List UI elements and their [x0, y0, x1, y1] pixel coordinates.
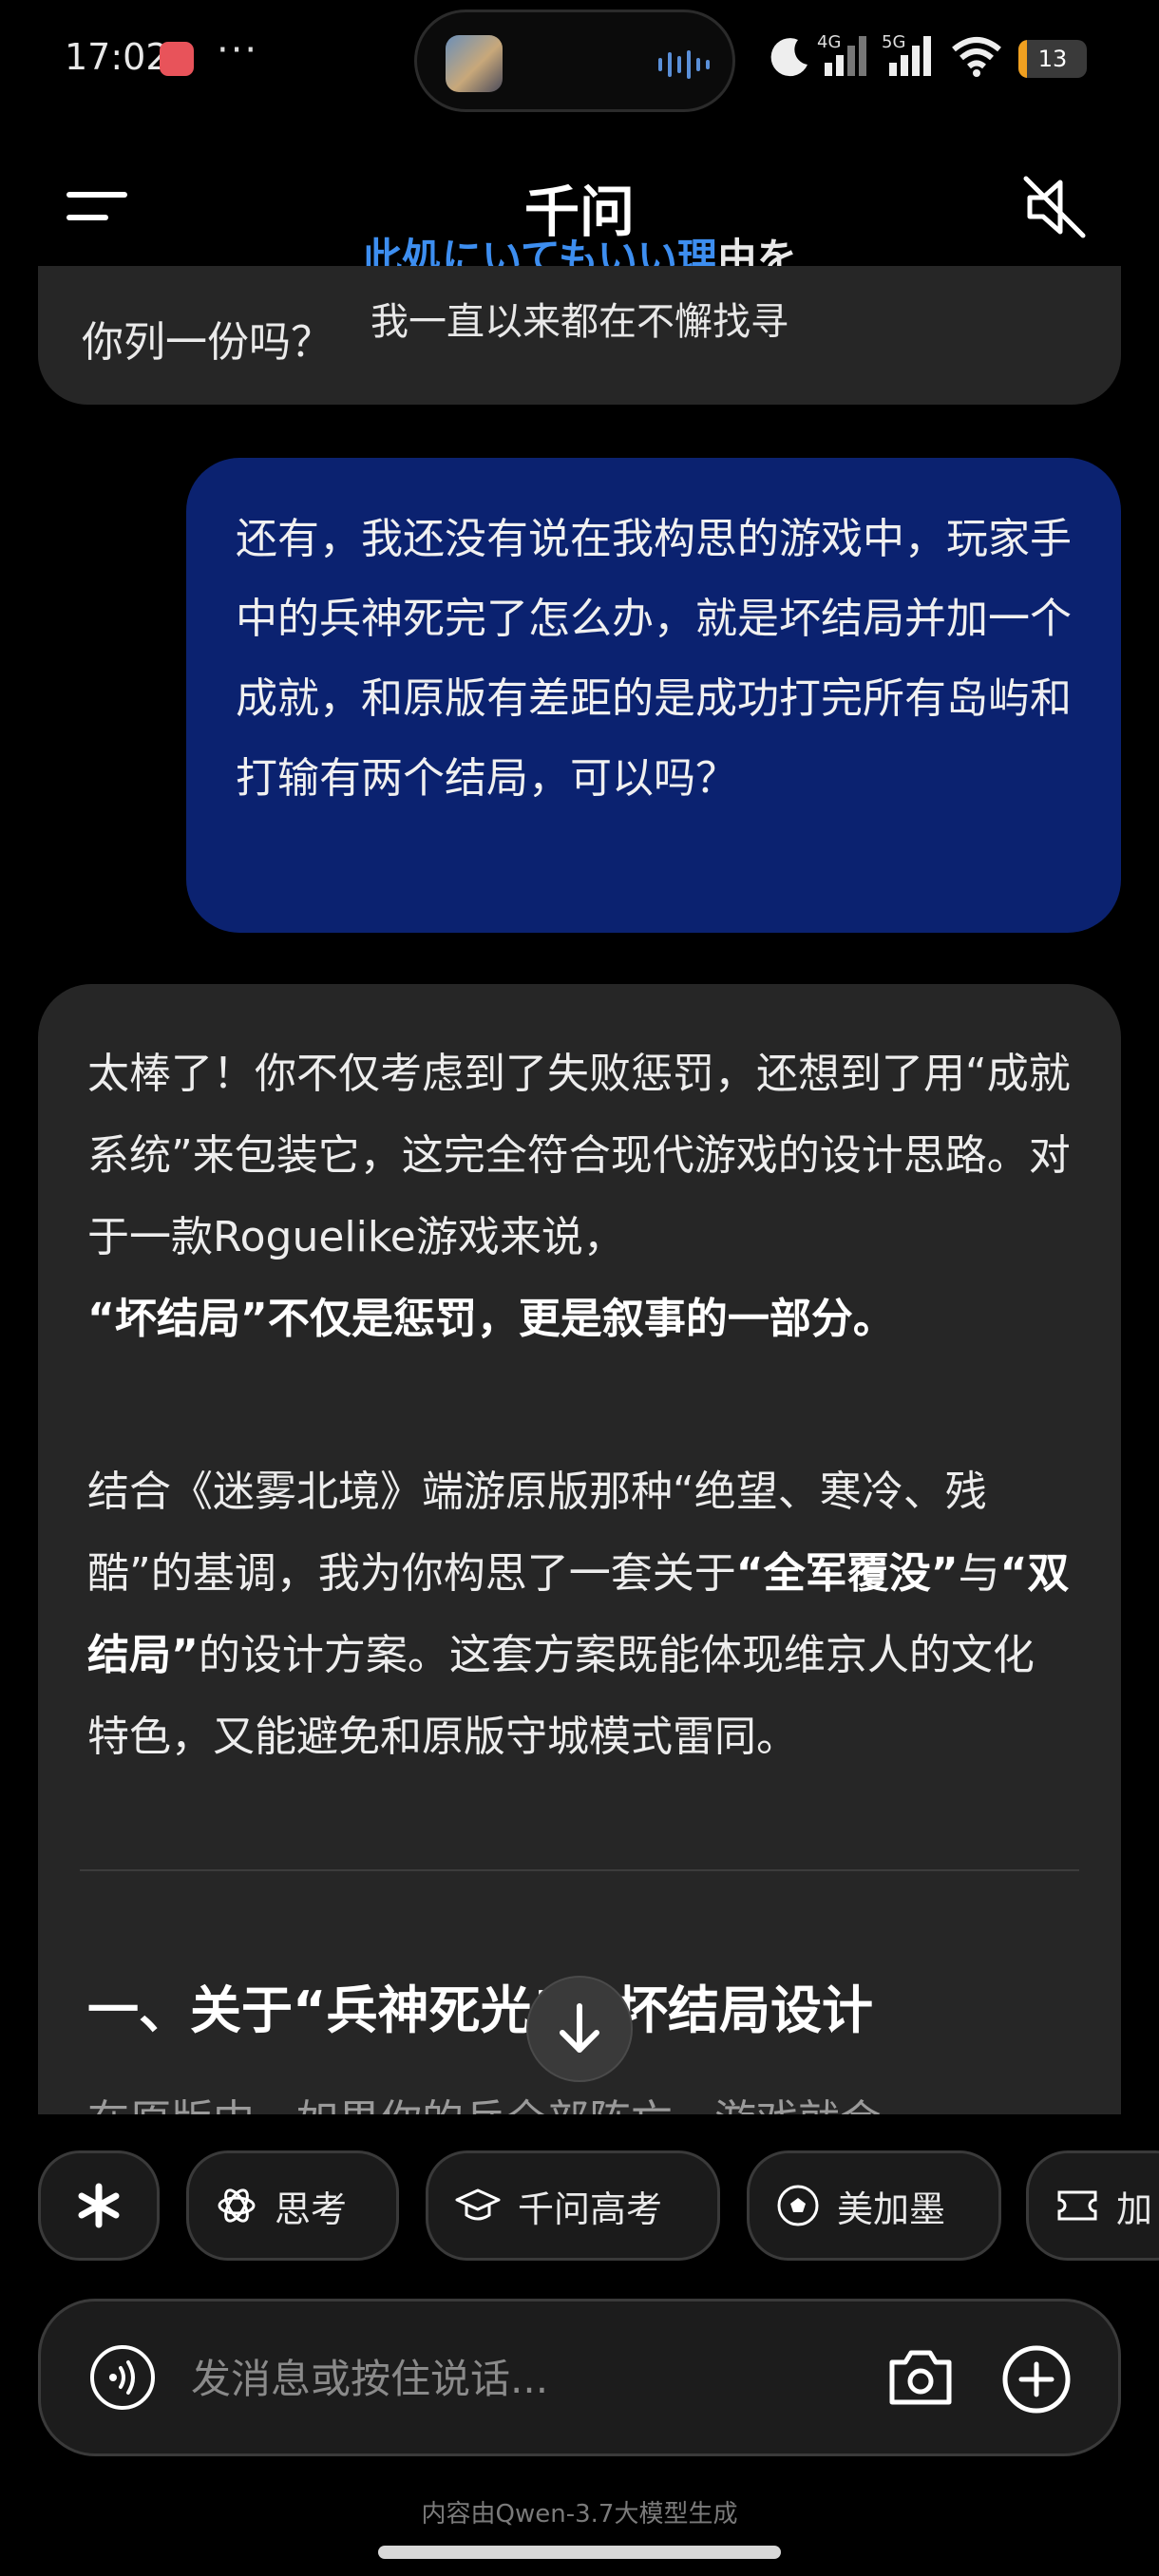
assistant-paragraph-1: 太棒了！你不仅考虑到了失败惩罚，还想到了用“成就系统”来包装它，这完全符合现代游… — [87, 1033, 1075, 1360]
model-disclaimer: 内容由Qwen-3.7大模型生成 — [421, 2500, 738, 2529]
dynamic-island[interactable] — [414, 9, 735, 112]
status-bar: 17:02 ··· 4G 5G 13 — [0, 0, 1159, 123]
more-notifications-icon: ··· — [217, 28, 259, 72]
sparkle-icon — [78, 2183, 120, 2228]
divider — [80, 1869, 1079, 1871]
voice-input-icon[interactable] — [88, 2343, 157, 2412]
graduation-cap-icon — [455, 2188, 501, 2221]
clock: 17:02 — [65, 36, 169, 78]
chip-label: 千问高考 — [518, 2188, 663, 2230]
paragraph-bold-text: “坏结局”不仅是惩罚，更是叙事的一部分。 — [87, 1295, 895, 1343]
speaker-muted-icon[interactable] — [1018, 171, 1091, 243]
home-indicator[interactable] — [378, 2546, 781, 2559]
chip-more[interactable]: 加 — [1026, 2150, 1159, 2261]
ticket-icon — [1057, 2190, 1097, 2221]
arrow-down-icon — [560, 2003, 599, 2053]
battery-percent: 13 — [1037, 46, 1068, 72]
chip-world-cup[interactable]: 美加墨 — [747, 2150, 1001, 2261]
scroll-to-bottom-button[interactable] — [526, 1976, 633, 2082]
camera-icon[interactable] — [884, 2343, 957, 2412]
assistant-message: 太棒了！你不仅考虑到了失败惩罚，还想到了用“成就系统”来包装它，这完全符合现代游… — [38, 984, 1121, 2114]
signal-icon-2 — [889, 36, 931, 76]
battery-indicator: 13 — [1018, 40, 1087, 78]
message-input[interactable] — [189, 2343, 896, 2414]
message-text: 还有，我还没有说在我构思的游戏中，玩家手中的兵神死完了怎么办，就是坏结局并加一个… — [236, 515, 1072, 803]
section-heading: 一、关于“兵神死光”的坏结局设计 — [87, 1980, 873, 2040]
partial-text: 在原版中，如果你的兵全部阵亡，游戏就会 — [87, 2086, 882, 2114]
chip-thinking[interactable]: 思考 — [186, 2150, 399, 2261]
chip-label: 美加墨 — [837, 2188, 946, 2230]
chip-label: 加 — [1116, 2188, 1153, 2230]
now-playing-thumbnail — [446, 35, 503, 92]
message-composer — [38, 2299, 1121, 2456]
paragraph-text: 的设计方案。这套方案既能体现维京人的文化特色，又能避免和原版守城模式雷同。 — [87, 1631, 1035, 1761]
notification-app-icon — [160, 42, 194, 76]
atom-icon — [218, 2188, 256, 2223]
chip-label: 思考 — [275, 2188, 348, 2230]
paragraph-bold-text: “全军覆没” — [735, 1549, 959, 1598]
chip-gaokao[interactable]: 千问高考 — [426, 2150, 720, 2261]
audio-wave-icon — [658, 50, 710, 79]
assistant-paragraph-2: 结合《迷雾北境》端游原版那种“绝望、寒冷、残酷”的基调，我为你构思了一套关于“全… — [87, 1451, 1075, 1778]
signal-icon-1 — [825, 36, 866, 76]
wifi-icon — [952, 37, 1001, 77]
paragraph-text: 与 — [958, 1549, 1000, 1598]
add-attachment-icon[interactable] — [1000, 2343, 1073, 2415]
user-message: 还有，我还没有说在我构思的游戏中，玩家手中的兵神死完了怎么办，就是坏结局并加一个… — [186, 458, 1121, 933]
soccer-ball-icon — [777, 2185, 819, 2226]
dnd-moon-icon — [770, 38, 808, 77]
quick-action-sparkle-button[interactable] — [38, 2150, 160, 2261]
paragraph-text: 太棒了！你不仅考虑到了失败惩罚，还想到了用“成就系统”来包装它，这完全符合现代游… — [87, 1050, 1071, 1261]
lyric-line-2: 我一直以来都在不懈找寻 — [370, 300, 788, 344]
